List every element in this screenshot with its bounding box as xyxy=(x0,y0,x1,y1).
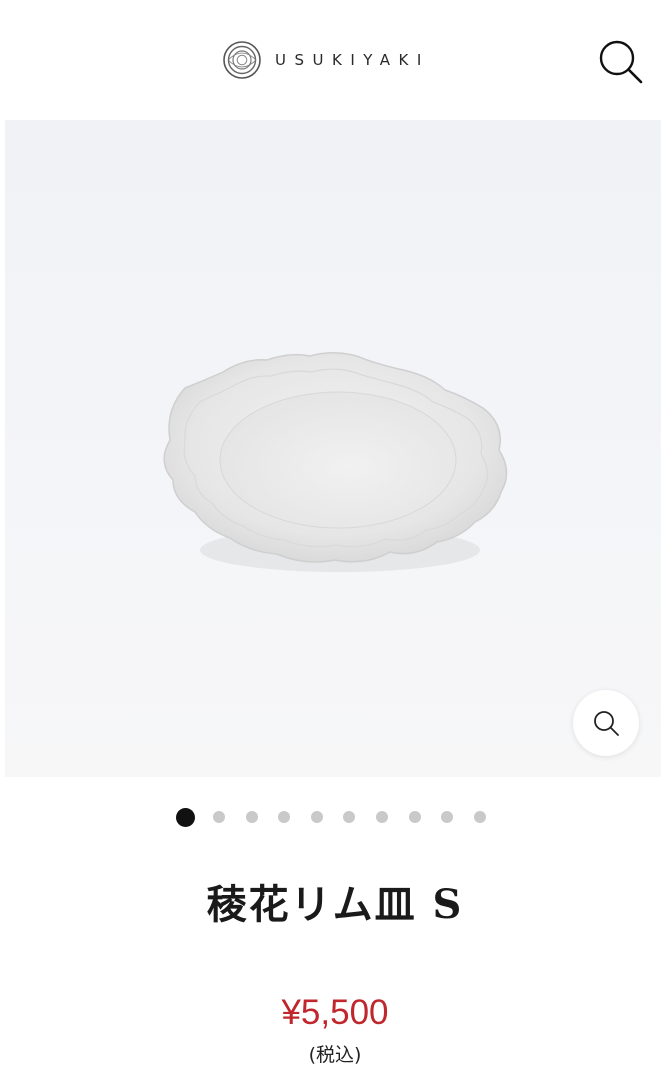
tax-included-note: (税込) xyxy=(308,1044,362,1066)
carousel-dot-5[interactable] xyxy=(310,811,323,823)
carousel-pagination xyxy=(176,807,506,827)
plate-photo xyxy=(163,352,508,572)
carousel-dot-6[interactable] xyxy=(343,811,356,823)
search-button[interactable] xyxy=(592,34,648,90)
carousel-dot-7[interactable] xyxy=(375,811,388,823)
product-title: 稜花リム皿 S xyxy=(206,881,464,928)
carousel-dot-9[interactable] xyxy=(441,811,454,823)
brand-name: USUKIYAKI xyxy=(275,51,430,69)
product-price: ¥5,500 xyxy=(281,993,389,1032)
search-icon xyxy=(599,40,643,84)
carousel-dot-3[interactable] xyxy=(245,811,258,823)
carousel-dot-2[interactable] xyxy=(213,811,225,823)
carousel-dot-1[interactable] xyxy=(176,807,195,827)
zoom-button[interactable] xyxy=(573,690,639,756)
product-image-carousel[interactable] xyxy=(5,120,661,777)
zoom-magnifier-icon xyxy=(594,711,619,736)
ring-logo-icon xyxy=(223,41,261,79)
carousel-dot-10[interactable] xyxy=(473,811,486,823)
site-header: USUKIYAKI xyxy=(0,0,670,120)
brand-logo-link[interactable]: USUKIYAKI xyxy=(222,40,430,80)
carousel-dot-8[interactable] xyxy=(408,811,421,823)
carousel-dot-4[interactable] xyxy=(278,811,291,823)
